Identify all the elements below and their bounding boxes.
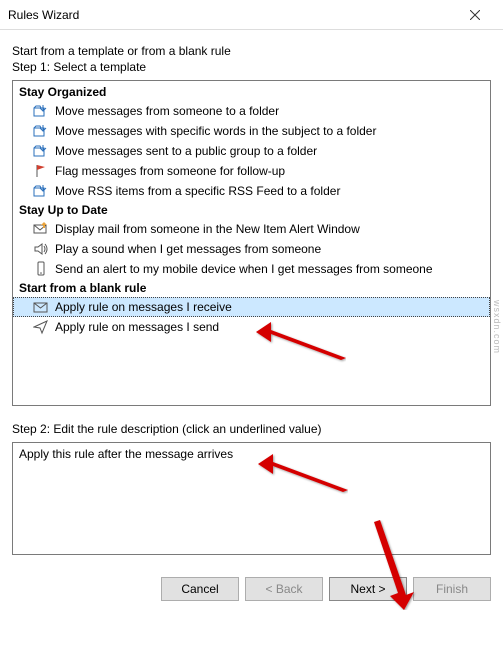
send-icon — [33, 319, 49, 335]
back-button: < Back — [245, 577, 323, 601]
move-folder-icon — [33, 103, 49, 119]
list-item-label: Display mail from someone in the New Ite… — [55, 222, 360, 236]
list-item-label: Move messages with specific words in the… — [55, 124, 376, 138]
rule-description-box[interactable]: Apply this rule after the message arrive… — [12, 442, 491, 555]
next-button[interactable]: Next > — [329, 577, 407, 601]
list-item-label: Play a sound when I get messages from so… — [55, 242, 321, 256]
list-item-label: Move RSS items from a specific RSS Feed … — [55, 184, 340, 198]
list-item-label: Send an alert to my mobile device when I… — [55, 262, 433, 276]
cancel-button[interactable]: Cancel — [161, 577, 239, 601]
rule-description-text: Apply this rule after the message arrive… — [19, 447, 233, 461]
section-stay-organized: Stay Organized — [13, 83, 490, 101]
list-item[interactable]: Flag messages from someone for follow-up — [13, 161, 490, 181]
list-item-label: Apply rule on messages I send — [55, 320, 219, 334]
dialog-content: Start from a template or from a blank ru… — [0, 30, 503, 565]
move-folder-icon — [33, 183, 49, 199]
move-folder-icon — [33, 143, 49, 159]
list-item-send[interactable]: Apply rule on messages I send — [13, 317, 490, 337]
list-item[interactable]: Play a sound when I get messages from so… — [13, 239, 490, 259]
titlebar: Rules Wizard — [0, 0, 503, 30]
list-item[interactable]: Move messages sent to a public group to … — [13, 141, 490, 161]
list-item-label: Apply rule on messages I receive — [55, 300, 232, 314]
flag-icon — [33, 163, 49, 179]
list-item[interactable]: Move RSS items from a specific RSS Feed … — [13, 181, 490, 201]
list-item[interactable]: Move messages from someone to a folder — [13, 101, 490, 121]
move-folder-icon — [33, 123, 49, 139]
close-icon — [470, 10, 480, 20]
section-stay-up-to-date: Stay Up to Date — [13, 201, 490, 219]
list-item[interactable]: Send an alert to my mobile device when I… — [13, 259, 490, 279]
mobile-icon — [33, 261, 49, 277]
list-item[interactable]: Display mail from someone in the New Ite… — [13, 219, 490, 239]
list-item-label: Move messages sent to a public group to … — [55, 144, 317, 158]
step2-heading: Step 2: Edit the rule description (click… — [12, 422, 491, 436]
template-listbox[interactable]: Stay Organized Move messages from someon… — [12, 80, 491, 406]
sound-icon — [33, 241, 49, 257]
button-bar: Cancel < Back Next > Finish — [0, 565, 503, 613]
window-title: Rules Wizard — [8, 8, 455, 22]
finish-button: Finish — [413, 577, 491, 601]
step1-subheading: Step 1: Select a template — [12, 60, 491, 74]
list-item-label: Move messages from someone to a folder — [55, 104, 279, 118]
list-item-label: Flag messages from someone for follow-up — [55, 164, 285, 178]
list-item-receive[interactable]: Apply rule on messages I receive — [13, 297, 490, 317]
section-blank-rule: Start from a blank rule — [13, 279, 490, 297]
close-button[interactable] — [455, 1, 495, 29]
watermark: wsxdn.com — [492, 300, 502, 354]
step1-heading: Start from a template or from a blank ru… — [12, 44, 491, 58]
envelope-icon — [33, 299, 49, 315]
alert-mail-icon — [33, 221, 49, 237]
list-item[interactable]: Move messages with specific words in the… — [13, 121, 490, 141]
